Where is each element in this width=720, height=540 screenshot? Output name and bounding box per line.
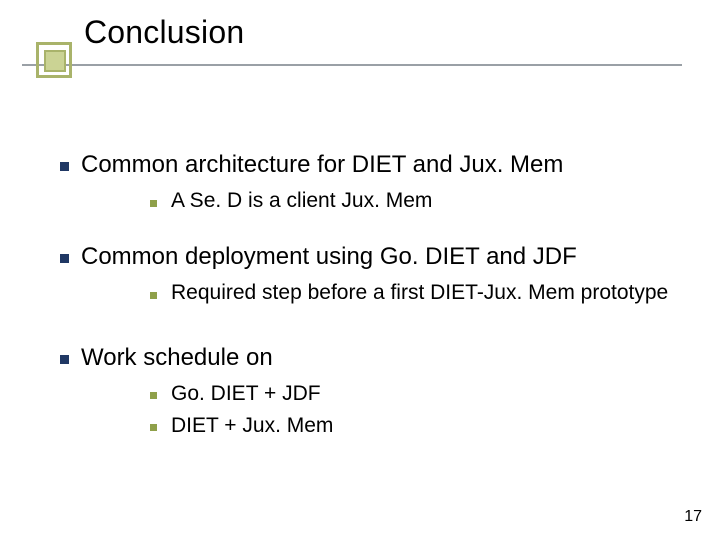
bullet-text: Go. DIET + JDF xyxy=(171,381,680,407)
bullet-level1: Common deployment using Go. DIET and JDF xyxy=(60,242,680,272)
bullet-level2: Go. DIET + JDF xyxy=(150,381,680,407)
square-bullet-icon xyxy=(60,162,69,171)
bullet-level1: Work schedule on xyxy=(60,343,680,373)
slide: Conclusion Common architecture for DIET … xyxy=(0,0,720,540)
bullet-group: Common architecture for DIET and Jux. Me… xyxy=(60,150,680,214)
bullet-text: Work schedule on xyxy=(81,343,680,373)
bullet-text: DIET + Jux. Mem xyxy=(171,413,680,439)
square-bullet-small-icon xyxy=(150,392,157,399)
bullet-group: Work schedule on Go. DIET + JDF DIET + J… xyxy=(60,343,680,440)
bullet-group: Common deployment using Go. DIET and JDF… xyxy=(60,242,680,306)
square-bullet-small-icon xyxy=(150,424,157,431)
bullet-text: A Se. D is a client Jux. Mem xyxy=(171,188,680,214)
bullet-level2: A Se. D is a client Jux. Mem xyxy=(150,188,680,214)
square-bullet-small-icon xyxy=(150,292,157,299)
square-bullet-icon xyxy=(60,355,69,364)
page-number: 17 xyxy=(684,508,702,526)
bullet-text: Required step before a first DIET-Jux. M… xyxy=(171,280,680,306)
bullet-level2: DIET + Jux. Mem xyxy=(150,413,680,439)
content-area: Common architecture for DIET and Jux. Me… xyxy=(60,150,680,439)
title-square-inner-icon xyxy=(44,50,66,72)
bullet-text: Common deployment using Go. DIET and JDF xyxy=(81,242,680,272)
bullet-text: Common architecture for DIET and Jux. Me… xyxy=(81,150,680,180)
slide-title: Conclusion xyxy=(84,14,244,51)
bullet-level1: Common architecture for DIET and Jux. Me… xyxy=(60,150,680,180)
square-bullet-icon xyxy=(60,254,69,263)
title-underline xyxy=(22,64,682,66)
square-bullet-small-icon xyxy=(150,200,157,207)
bullet-level2: Required step before a first DIET-Jux. M… xyxy=(150,280,680,306)
